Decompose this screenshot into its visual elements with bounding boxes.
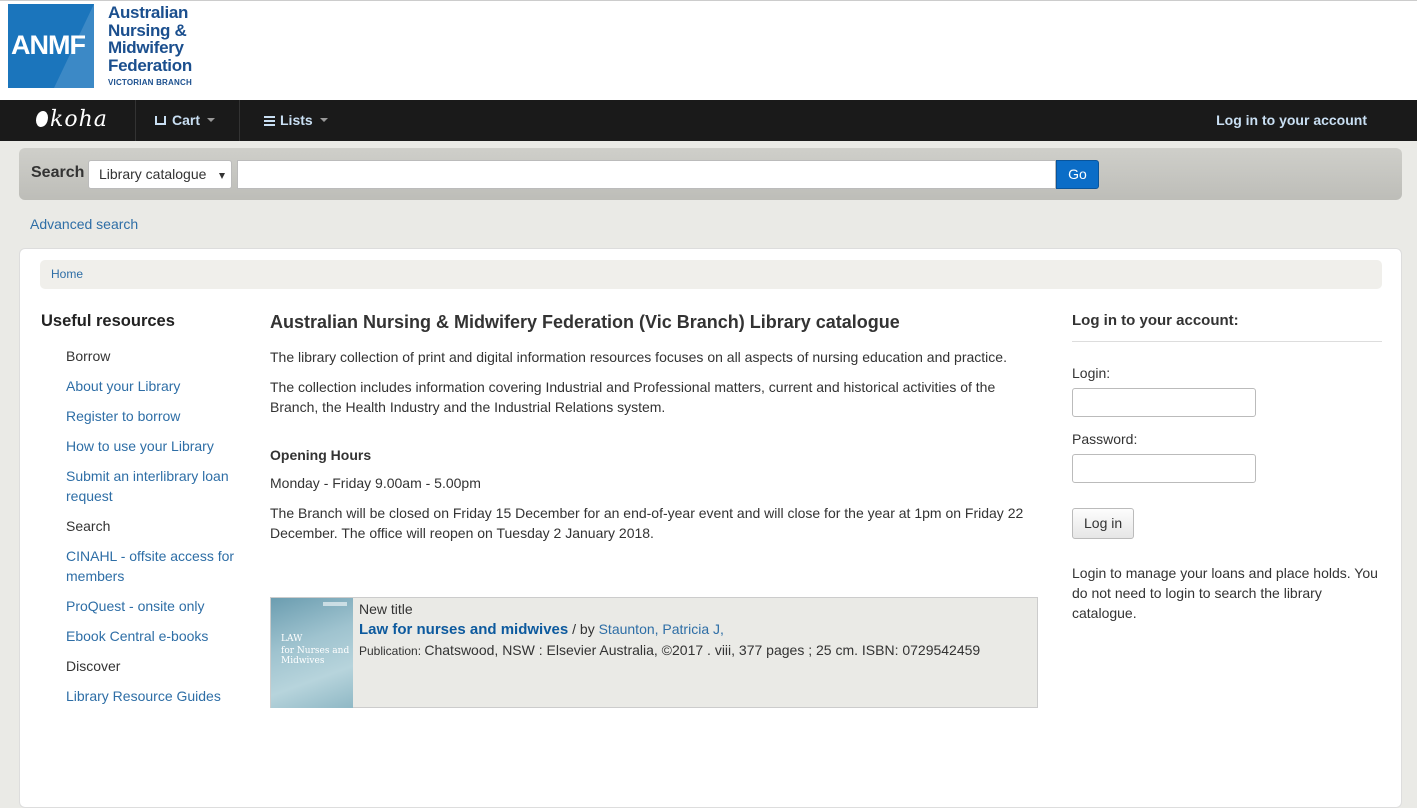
login-panel: Log in to your account: Login: Password:… <box>1072 312 1382 623</box>
chevron-down-icon <box>319 118 328 122</box>
login-title: Log in to your account: <box>1072 312 1382 342</box>
publication-details: Publication: Chatswood, NSW : Elsevier A… <box>359 642 981 658</box>
sidebar-link-interlibrary[interactable]: Submit an interlibrary loan request <box>66 468 229 504</box>
logo-badge: ANMF <box>8 4 94 88</box>
closure-notice: The Branch will be closed on Friday 15 D… <box>270 505 1024 541</box>
sidebar-title: Useful resources <box>41 312 175 330</box>
sidebar-heading-borrow: Borrow <box>66 348 111 364</box>
breadcrumb-home[interactable]: Home <box>51 267 83 281</box>
opening-hours: Monday - Friday 9.00am - 5.00pm <box>270 475 481 491</box>
nav-login-link[interactable]: Log in to your account <box>1216 100 1367 141</box>
logo-wordmark: Australian Nursing & Midwifery Federatio… <box>108 3 192 75</box>
login-info: Login to manage your loans and place hol… <box>1072 565 1378 621</box>
search-scope-select[interactable]: Library catalogue <box>88 160 232 189</box>
logo-abbr: ANMF <box>11 30 86 60</box>
sidebar-link-resource-guides[interactable]: Library Resource Guides <box>66 688 221 704</box>
author-link[interactable]: Staunton, Patricia J, <box>599 621 724 637</box>
log-in-button[interactable]: Log in <box>1072 508 1135 539</box>
dropdown-arrow-icon <box>219 173 225 179</box>
page-title: Australian Nursing & Midwifery Federatio… <box>270 312 900 332</box>
cart-icon <box>155 116 166 125</box>
sidebar-link-proquest[interactable]: ProQuest - onsite only <box>66 598 205 614</box>
new-title-card: LAW for Nurses and Midwives New title La… <box>270 597 1038 708</box>
sidebar-link-how-to[interactable]: How to use your Library <box>66 438 214 454</box>
lists-menu[interactable]: Lists <box>264 100 328 141</box>
header-band: ANMF Australian Nursing & Midwifery Fede… <box>0 0 1417 100</box>
chevron-down-icon <box>207 118 216 122</box>
sidebar-heading-search: Search <box>66 518 111 534</box>
password-field[interactable] <box>1072 454 1256 483</box>
opening-hours-heading: Opening Hours <box>270 447 372 463</box>
koha-logo[interactable]: koha <box>36 107 108 132</box>
main-content: Home Useful resources Borrow About your … <box>19 248 1402 808</box>
useful-resources: Useful resources Borrow About your Libra… <box>41 312 251 716</box>
cart-menu[interactable]: Cart <box>155 100 216 141</box>
logo-subtitle: VICTORIAN BRANCH <box>108 78 192 87</box>
book-title-link[interactable]: Law for nurses and midwives <box>359 621 568 638</box>
catalogue-intro: Australian Nursing & Midwifery Federatio… <box>270 312 1040 553</box>
intro-paragraph: The library collection of print and digi… <box>270 349 1007 365</box>
top-navbar: koha Cart Lists Log in to your account <box>0 100 1417 141</box>
new-title-label: New title <box>359 601 413 617</box>
sidebar-link-register[interactable]: Register to borrow <box>66 408 180 424</box>
advanced-search-link[interactable]: Advanced search <box>30 216 138 232</box>
sidebar-heading-discover: Discover <box>66 658 121 674</box>
search-input[interactable] <box>237 160 1056 189</box>
login-label: Login: <box>1072 365 1111 381</box>
breadcrumb: Home <box>40 260 1382 289</box>
sidebar-link-ebook-central[interactable]: Ebook Central e-books <box>66 628 208 644</box>
sidebar-link-cinahl[interactable]: CINAHL - offsite access for members <box>66 548 234 584</box>
koha-leaf-icon <box>36 111 48 127</box>
search-label: Search <box>31 164 85 181</box>
search-bar: Search Library catalogue Go <box>19 148 1402 200</box>
login-field[interactable] <box>1072 388 1256 417</box>
anmf-logo[interactable]: ANMF Australian Nursing & Midwifery Fede… <box>8 4 193 88</box>
sidebar-link-about[interactable]: About your Library <box>66 378 180 394</box>
go-button[interactable]: Go <box>1056 160 1099 189</box>
collection-paragraph: The collection includes information cove… <box>270 379 996 415</box>
password-label: Password: <box>1072 431 1138 447</box>
book-cover-image[interactable]: LAW for Nurses and Midwives <box>271 598 353 708</box>
list-icon <box>264 116 275 126</box>
